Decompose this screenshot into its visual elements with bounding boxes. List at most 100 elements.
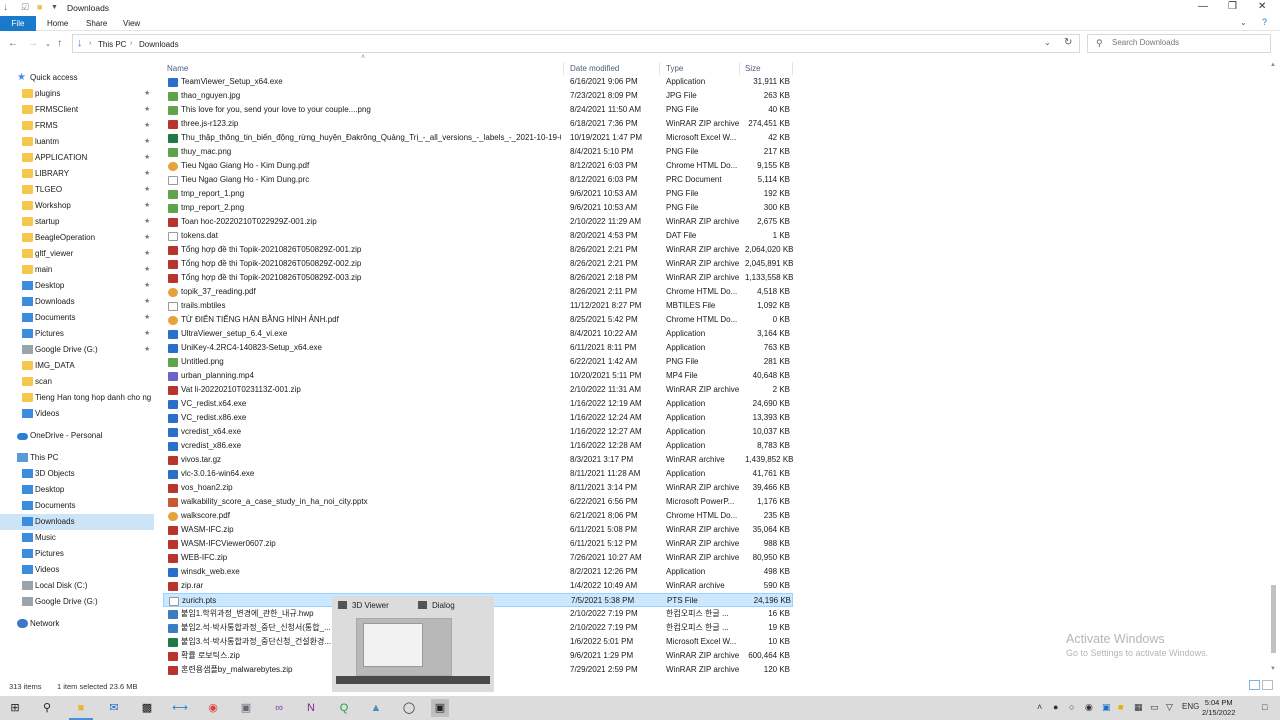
network-icon[interactable]: ▽ (1166, 702, 1173, 713)
file-row[interactable]: trails.mbtiles 11/12/2021 8:27 PM MBTILES … (163, 299, 793, 313)
sidebar-item[interactable]: plugins ★ (0, 86, 154, 102)
file-row[interactable]: Tổng hợp đề thi Topik-20210826T050829Z-0… (163, 271, 793, 285)
file-row[interactable]: TỪ ĐIỂN TIẾNG HÀN BẰNG HÌNH ẢNH.pdf 8/25/… (163, 313, 793, 327)
large-icons-view-button[interactable] (1262, 680, 1273, 690)
column-divider[interactable] (563, 62, 564, 75)
column-divider[interactable] (659, 62, 660, 75)
sidebar-item[interactable]: TLGEO ★ (0, 182, 154, 198)
column-divider[interactable] (739, 62, 740, 75)
scroll-down-icon[interactable]: ▼ (1270, 666, 1276, 672)
search-input[interactable] (1112, 38, 1262, 47)
tab-home[interactable]: Home (41, 16, 74, 31)
app-icon[interactable]: ▣ (237, 699, 255, 717)
sidebar-item[interactable]: Desktop ★ (0, 278, 154, 294)
tray-icon[interactable]: ▣ (1102, 702, 1111, 713)
file-row[interactable]: Tieu Ngao Giang Ho - Kim Dung.prc 8/12/20… (163, 173, 793, 187)
back-button[interactable]: ← (8, 38, 18, 49)
file-row[interactable]: Vat li-20220210T023113Z-001.zip 2/10/2022… (163, 383, 793, 397)
column-size[interactable]: Size (745, 64, 761, 73)
file-row[interactable]: topik_37_reading.pdf 8/26/2021 2:11 PM Chr… (163, 285, 793, 299)
sidebar-item[interactable]: OneDrive - Personal (0, 428, 154, 444)
file-row[interactable]: vos_hoan2.zip 8/11/2021 3:14 PM WinRAR ZIP… (163, 481, 793, 495)
file-row[interactable]: urban_planning.mp4 10/20/2021 5:11 PM MP4 … (163, 369, 793, 383)
file-explorer-icon[interactable]: ■ (72, 699, 90, 717)
customize-quick-access-icon[interactable]: ▼ (51, 4, 58, 11)
onenote-icon[interactable]: N (302, 699, 320, 717)
file-row[interactable]: thuy_mac.png 8/4/2021 5:10 PM PNG File 217 … (163, 145, 793, 159)
sidebar-item[interactable]: gltf_viewer ★ (0, 246, 154, 262)
chrome-icon[interactable]: ◉ (204, 699, 222, 717)
file-row[interactable]: tmp_report_2.png 9/6/2021 10:53 AM PNG Fil… (163, 201, 793, 215)
sidebar-item[interactable]: startup ★ (0, 214, 154, 230)
sidebar-item[interactable]: IMG_DATA (0, 358, 154, 374)
tray-icon[interactable]: ◉ (1085, 702, 1093, 713)
tray-icon[interactable]: ○ (1069, 702, 1074, 712)
sidebar-item[interactable]: Pictures ★ (0, 326, 154, 342)
column-date-modified[interactable]: Date modified (570, 64, 619, 73)
sidebar-item[interactable]: Videos (0, 406, 154, 422)
sidebar-item[interactable]: LIBRARY ★ (0, 166, 154, 182)
file-row[interactable]: WASM-IFCViewer0607.zip 6/11/2021 5:12 PM W… (163, 537, 793, 551)
address-bar[interactable]: ↓ › This PC › Downloads ⌄ ↻ (72, 34, 1080, 53)
terminal-icon[interactable]: ▩ (138, 699, 156, 717)
show-hidden-icons-icon[interactable]: ˄ (1037, 702, 1042, 712)
sidebar-item[interactable]: Google Drive (G:) (0, 594, 154, 610)
file-row[interactable]: Untitled.png 6/22/2021 1:42 AM PNG File 281… (163, 355, 793, 369)
sidebar-item[interactable]: Pictures (0, 546, 154, 562)
sidebar-item[interactable]: Documents (0, 498, 154, 514)
search-box[interactable]: ⚲ (1087, 34, 1271, 53)
recent-locations-icon[interactable]: ⌄ (45, 40, 51, 48)
notifications-icon[interactable]: □ (1262, 702, 1267, 712)
mail-icon[interactable]: ✉ (105, 699, 123, 717)
vertical-scrollbar[interactable]: ▲ ▼ (1268, 60, 1278, 678)
search-icon[interactable]: ⚲ (38, 699, 56, 717)
sidebar-item[interactable]: FRMS ★ (0, 118, 154, 134)
sidebar-item[interactable]: BeagleOperation ★ (0, 230, 154, 246)
file-row[interactable]: vcredist_x64.exe 1/16/2022 12:27 AM Applic… (163, 425, 793, 439)
vscode-icon[interactable]: ⟷ (171, 699, 189, 717)
file-row[interactable]: WEB-IFC.zip 7/26/2021 10:27 AM WinRAR ZIP … (163, 551, 793, 565)
sidebar-item[interactable]: This PC (0, 450, 154, 466)
file-row[interactable]: Toan hoc-20220210T022929Z-001.zip 2/10/20… (163, 215, 793, 229)
sidebar-item[interactable]: Downloads (0, 514, 154, 530)
sidebar-item[interactable]: ★ Quick access (0, 70, 154, 86)
file-row[interactable]: Tổng hợp đề thi Topik-20210826T050829Z-0… (163, 257, 793, 271)
visual-studio-icon[interactable]: ∞ (270, 699, 288, 717)
app-icon[interactable]: ◯ (400, 699, 418, 717)
up-button[interactable]: ↑ (57, 38, 62, 49)
file-row[interactable]: WASM-IFC.zip 6/11/2021 5:08 PM WinRAR ZIP … (163, 523, 793, 537)
file-row[interactable]: Tổng hợp đề thi Topik-20210826T050829Z-0… (163, 243, 793, 257)
sidebar-item[interactable]: Tieng Han tong hop danh cho ng (0, 390, 154, 406)
scroll-up-icon[interactable]: ▲ (1270, 62, 1276, 68)
file-row[interactable]: tokens.dat 8/20/2021 4:53 PM DAT File 1 KB (163, 229, 793, 243)
file-row[interactable]: vlc-3.0.16-win64.exe 8/11/2021 11:28 AM Ap… (163, 467, 793, 481)
forward-button[interactable]: → (28, 38, 38, 49)
app-icon[interactable]: ▲ (367, 699, 385, 717)
thumbnail-title-dialog[interactable]: Dialog (432, 601, 455, 610)
sidebar-item[interactable]: APPLICATION ★ (0, 150, 154, 166)
file-row[interactable]: winsdk_web.exe 8/2/2021 12:26 PM Applicati… (163, 565, 793, 579)
sidebar-item[interactable]: Downloads ★ (0, 294, 154, 310)
column-divider[interactable] (792, 62, 793, 75)
file-row[interactable]: thao_nguyen.jpg 7/23/2021 8:09 PM JPG File… (163, 89, 793, 103)
minimize-button[interactable]: — (1198, 1, 1208, 12)
window-preview[interactable] (356, 618, 452, 676)
file-row[interactable]: VC_redist.x86.exe 1/16/2022 12:24 AM Appli… (163, 411, 793, 425)
tray-icon[interactable]: ■ (1118, 702, 1123, 712)
tray-icon[interactable]: ▭ (1150, 702, 1159, 713)
sidebar-item[interactable]: scan (0, 374, 154, 390)
tab-view[interactable]: View (117, 16, 146, 31)
help-icon[interactable]: ? (1262, 17, 1267, 27)
file-row[interactable]: vivos.tar.gz 8/3/2021 3:17 PM WinRAR archi… (163, 453, 793, 467)
tab-file[interactable]: File (0, 16, 36, 31)
breadcrumb-this-pc[interactable]: This PC (98, 40, 126, 49)
sidebar-item[interactable]: Music (0, 530, 154, 546)
3d-viewer-icon[interactable]: ▣ (431, 699, 449, 717)
tray-icon[interactable]: ● (1053, 702, 1058, 712)
file-row[interactable]: VC_redist.x64.exe 1/16/2022 12:19 AM Appli… (163, 397, 793, 411)
sidebar-item[interactable]: luantm ★ (0, 134, 154, 150)
details-view-button[interactable] (1249, 680, 1260, 690)
column-name[interactable]: Name (167, 64, 188, 73)
qgis-icon[interactable]: Q (335, 699, 353, 717)
sidebar-item[interactable]: main ★ (0, 262, 154, 278)
